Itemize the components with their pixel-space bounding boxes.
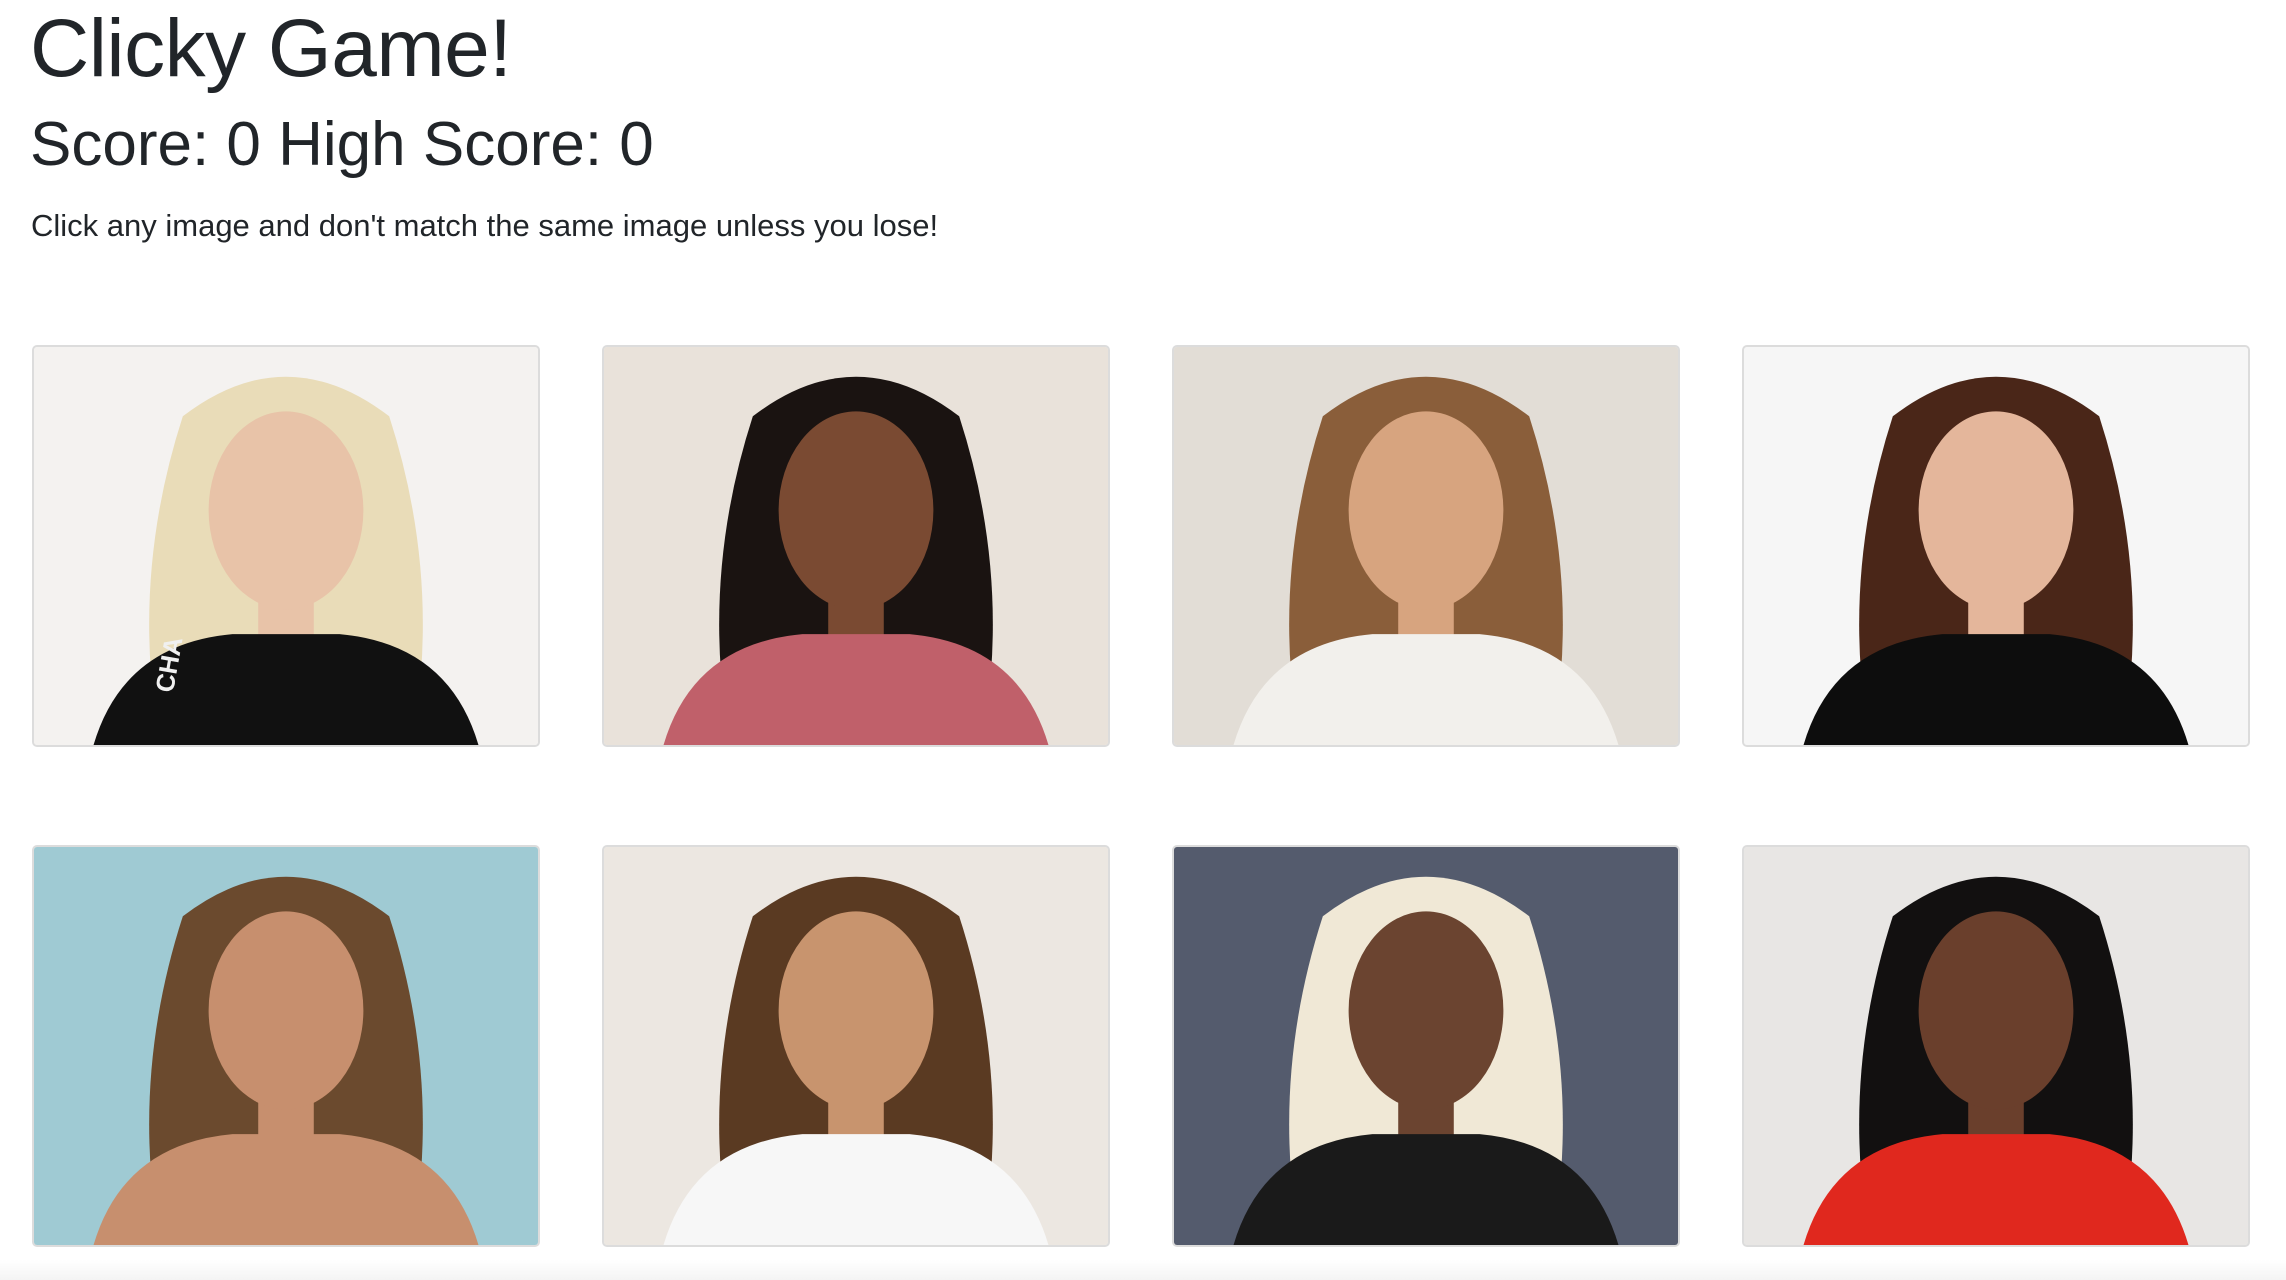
portrait-image (1744, 847, 2248, 1245)
portrait-image: CHA (34, 347, 538, 745)
portrait-face (1918, 911, 2074, 1110)
score-value: 0 (226, 110, 261, 179)
image-card[interactable] (1172, 845, 1680, 1247)
image-card[interactable]: CHA (32, 345, 540, 747)
image-card[interactable] (602, 845, 1110, 1247)
score-label: Score: (30, 110, 227, 179)
instructions-text: Click any image and don't match the same… (31, 208, 939, 243)
portrait-face (208, 411, 364, 610)
portrait-face (1348, 911, 1504, 1110)
portrait-face (208, 911, 364, 1110)
portrait-image (1174, 847, 1678, 1245)
image-card[interactable] (32, 845, 540, 1247)
score-bar: Score: 0 High Score: 0 (30, 108, 654, 182)
image-card[interactable] (1742, 345, 2250, 747)
clicky-game-page: Clicky Game! Score: 0 High Score: 0 Clic… (0, 0, 2286, 1280)
portrait-image (604, 847, 1108, 1245)
bottom-edge (0, 1260, 2286, 1280)
image-card[interactable] (1172, 345, 1680, 747)
portrait-face (778, 911, 934, 1110)
portrait-image (34, 847, 538, 1245)
portrait-face (1348, 411, 1504, 610)
high-score-value: 0 (619, 110, 654, 179)
portrait-image (1174, 347, 1678, 745)
portrait-image (604, 347, 1108, 745)
portrait-image (1744, 347, 2248, 745)
portrait-face (1918, 411, 2074, 610)
image-card[interactable] (1742, 845, 2250, 1247)
high-score-label: High Score: (260, 110, 620, 179)
image-card[interactable] (602, 345, 1110, 747)
portrait-face (778, 411, 934, 610)
page-title: Clicky Game! (30, 3, 512, 94)
